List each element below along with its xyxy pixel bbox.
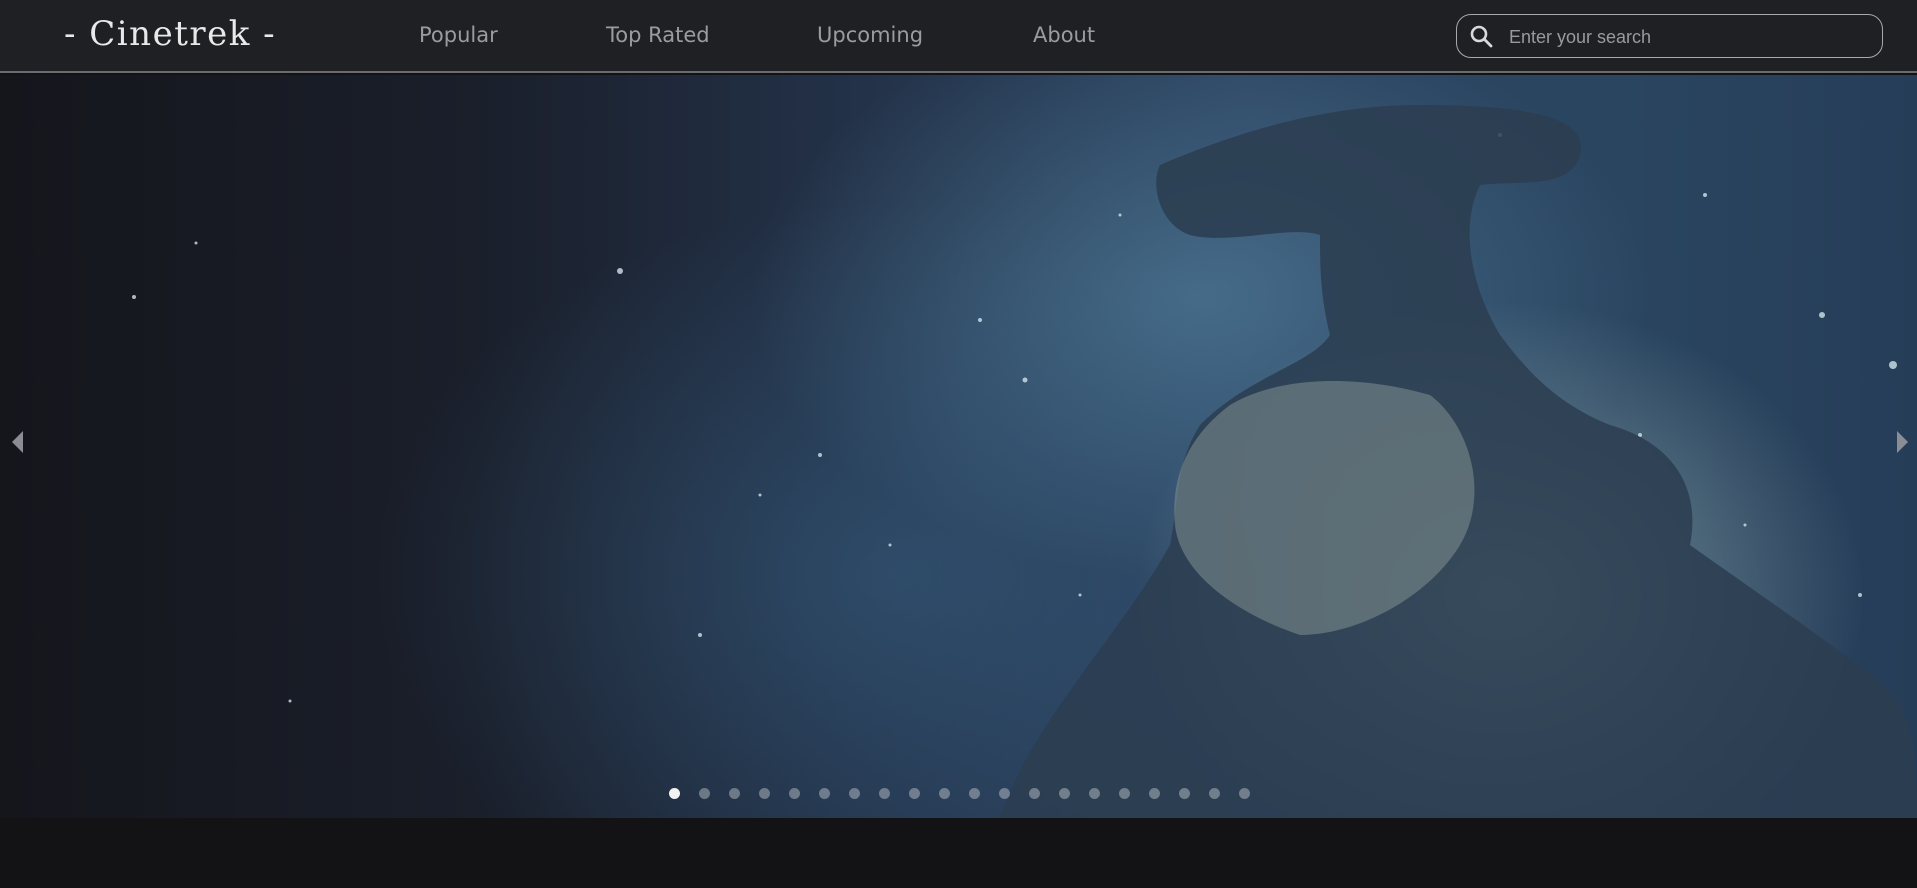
page-bottom-band — [0, 818, 1917, 888]
nav-popular[interactable]: Popular — [419, 23, 498, 47]
nav-upcoming[interactable]: Upcoming — [817, 23, 923, 47]
carousel-dot[interactable] — [1059, 788, 1070, 799]
carousel-dot[interactable] — [1029, 788, 1040, 799]
site-logo[interactable]: - Cinetrek - — [64, 14, 276, 54]
carousel-dot[interactable] — [909, 788, 920, 799]
hero-carousel[interactable] — [0, 75, 1917, 818]
top-navbar: - Cinetrek - Popular Top Rated Upcoming … — [0, 0, 1917, 73]
carousel-dot[interactable] — [699, 788, 710, 799]
carousel-dot[interactable] — [759, 788, 770, 799]
nav-about[interactable]: About — [1033, 23, 1095, 47]
carousel-dot[interactable] — [669, 788, 680, 799]
carousel-dot[interactable] — [1119, 788, 1130, 799]
search-box[interactable] — [1456, 14, 1883, 58]
search-input[interactable] — [1507, 22, 1871, 52]
carousel-dot[interactable] — [879, 788, 890, 799]
carousel-dot[interactable] — [1209, 788, 1220, 799]
hero-backdrop-image — [132, 105, 1917, 818]
nav-top-rated[interactable]: Top Rated — [606, 23, 710, 47]
carousel-prev-button[interactable] — [12, 431, 23, 453]
carousel-next-button[interactable] — [1897, 431, 1908, 453]
search-icon — [1470, 25, 1493, 48]
carousel-dot[interactable] — [1149, 788, 1160, 799]
carousel-dot[interactable] — [819, 788, 830, 799]
carousel-dot[interactable] — [1089, 788, 1100, 799]
carousel-dot[interactable] — [1179, 788, 1190, 799]
carousel-dot[interactable] — [849, 788, 860, 799]
carousel-dot[interactable] — [789, 788, 800, 799]
carousel-dot[interactable] — [1239, 788, 1250, 799]
carousel-dot[interactable] — [939, 788, 950, 799]
carousel-dot[interactable] — [969, 788, 980, 799]
carousel-dot[interactable] — [999, 788, 1010, 799]
carousel-dot[interactable] — [729, 788, 740, 799]
